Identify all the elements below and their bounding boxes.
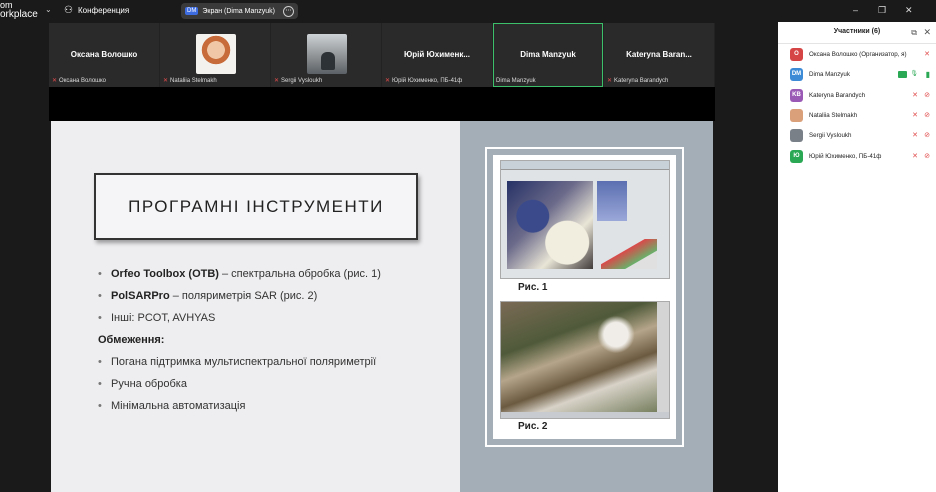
camera-off-icon[interactable]: ⊘ bbox=[924, 131, 930, 139]
tile-label: Юрій Юхименко, ПБ-41ф bbox=[392, 77, 463, 84]
tile-display-name: Оксана Волошко bbox=[70, 50, 138, 59]
mic-muted-icon[interactable]: ✕ bbox=[912, 152, 918, 160]
figure-1-screenshot bbox=[500, 160, 670, 279]
app-logo: om orkplace bbox=[0, 1, 38, 20]
figure-frame: Рис. 1 Рис. 2 bbox=[485, 147, 684, 447]
participant-name: Nataliia Stelmakh bbox=[809, 111, 858, 119]
mic-muted-icon[interactable]: ✕ bbox=[912, 91, 918, 99]
bullet-text: – поляриметрія SAR (рис. 2) bbox=[169, 290, 318, 302]
minimize-icon[interactable]: – bbox=[853, 5, 858, 15]
mic-muted-icon: ✕ bbox=[52, 78, 58, 84]
mic-muted-icon: ✕ bbox=[607, 78, 613, 84]
popout-icon[interactable]: ⧉ bbox=[911, 28, 917, 38]
slide-title: ПРОГРАМНІ ІНСТРУМЕНТИ bbox=[128, 196, 384, 216]
mic-muted-icon: ✕ bbox=[385, 78, 391, 84]
participant-photo bbox=[196, 34, 236, 74]
tile-display-name: Dima Manzyuk bbox=[520, 50, 576, 59]
screen-share-top-bar bbox=[49, 87, 715, 121]
participants-panel: – ❐ ✕ Участники (6) ⧉ ✕ О Оксана Волошко … bbox=[778, 0, 936, 492]
avatar: Ю bbox=[790, 149, 803, 163]
participant-name: Kateryna Barandych bbox=[809, 91, 866, 99]
restore-icon[interactable]: ❐ bbox=[878, 5, 886, 16]
video-tile-active[interactable]: Dima Manzyuk Dima Manzyuk bbox=[493, 23, 603, 87]
screen-share-indicator[interactable]: DM Экран (Dima Manzyuk) ⋯ bbox=[181, 3, 298, 19]
bullet-text: Мінімальна автоматизація bbox=[111, 400, 246, 412]
participant-row[interactable]: Ю Юрій Юхименко, ПБ-41ф ✕ ⊘ bbox=[778, 147, 936, 167]
bullet-bold: PolSARPro bbox=[111, 290, 170, 302]
window-controls: – ❐ ✕ bbox=[778, 0, 936, 22]
bullet-text: Інші: PCOT, AVHYAS bbox=[111, 312, 216, 324]
figure-2-caption: Рис. 2 bbox=[518, 421, 548, 432]
avatar: О bbox=[790, 48, 803, 61]
video-strip: Оксана Волошко ✕ Оксана Волошко ✕ Nataliia… bbox=[49, 23, 715, 87]
participant-name: Sergii Vysloukh bbox=[809, 132, 852, 140]
brand-line2: orkplace bbox=[0, 9, 38, 20]
share-badge: DM bbox=[185, 7, 199, 15]
tile-display-name: Юрій Юхименк... bbox=[404, 50, 470, 59]
camera-on-icon[interactable]: ▮ bbox=[926, 70, 930, 79]
share-label: Экран (Dima Manzyuk) bbox=[202, 7, 275, 15]
participant-row[interactable]: DM Dima Manzyuk 🎙 ▮ bbox=[778, 65, 936, 85]
video-tile[interactable]: ✕ Nataliia Stelmakh bbox=[160, 23, 270, 87]
avatar bbox=[790, 129, 803, 143]
camera-off-icon[interactable]: ⊘ bbox=[924, 91, 930, 99]
participants-header: Участники (6) ⧉ ✕ bbox=[778, 23, 936, 44]
tile-label: Dima Manzyuk bbox=[496, 78, 536, 84]
bullet-item: • Ручна обробка bbox=[98, 378, 187, 390]
video-tile[interactable]: Оксана Волошко ✕ Оксана Волошко bbox=[49, 23, 159, 87]
limits-heading: Обмеження: bbox=[98, 334, 165, 346]
bullet-item: • Мінімальна автоматизація bbox=[98, 400, 246, 412]
tile-label: Nataliia Stelmakh bbox=[170, 77, 217, 84]
tile-label: Kateryna Barandych bbox=[614, 77, 669, 84]
shared-slide: ПРОГРАМНІ ІНСТРУМЕНТИ • Orfeo Toolbox (OT… bbox=[51, 121, 713, 492]
mic-muted-icon[interactable]: ✕ bbox=[924, 50, 930, 58]
mic-muted-icon: ✕ bbox=[274, 78, 280, 84]
bullet-item: • PolSARPro – поляриметрія SAR (рис. 2) bbox=[98, 290, 318, 302]
participant-row[interactable]: KB Kateryna Barandych ✕ ⊘ bbox=[778, 86, 936, 106]
bullet-text: Ручна обробка bbox=[111, 378, 187, 390]
avatar bbox=[790, 108, 803, 122]
camera-off-icon[interactable]: ⊘ bbox=[924, 152, 930, 160]
video-tile[interactable]: Юрій Юхименк... ✕ Юрій Юхименко, ПБ-41ф bbox=[382, 23, 492, 87]
bullet-text: – спектральна обробка (рис. 1) bbox=[218, 268, 381, 280]
figure-1-caption: Рис. 1 bbox=[518, 282, 548, 293]
participant-name: Оксана Волошко (Организатор, я) bbox=[809, 51, 907, 58]
avatar: KB bbox=[790, 88, 803, 102]
participant-row[interactable]: Sergii Vysloukh ✕ ⊘ bbox=[778, 126, 936, 146]
participant-row[interactable]: Nataliia Stelmakh ✕ ⊘ bbox=[778, 106, 936, 126]
mic-muted-icon: ✕ bbox=[163, 78, 169, 84]
tile-label: Оксана Волошко bbox=[59, 77, 106, 84]
mic-muted-icon[interactable]: ✕ bbox=[912, 131, 918, 139]
bullet-bold: Orfeo Toolbox (OTB) bbox=[111, 268, 219, 280]
tile-label: Sergii Vysloukh bbox=[281, 77, 323, 84]
bullet-item: • Orfeo Toolbox (OTB) – спектральна оброб… bbox=[98, 268, 381, 280]
participant-name: Dima Manzyuk bbox=[809, 71, 850, 79]
avatar: DM bbox=[790, 68, 803, 82]
tile-display-name: Kateryna Baran... bbox=[626, 50, 692, 59]
figure-2-screenshot bbox=[500, 301, 670, 419]
more-icon[interactable]: ⋯ bbox=[283, 6, 294, 17]
chevron-down-icon[interactable]: ⌄ bbox=[45, 5, 52, 14]
video-tile[interactable]: ✕ Sergii Vysloukh bbox=[271, 23, 381, 87]
video-tile[interactable]: Kateryna Baran... ✕ Kateryna Barandych bbox=[604, 23, 714, 87]
bullet-item: • Інші: PCOT, AVHYAS bbox=[98, 312, 216, 324]
participant-name: Юрій Юхименко, ПБ-41ф bbox=[809, 152, 882, 160]
top-toolbar: om orkplace ⌄ ⚇ Конференция DM Экран (Di… bbox=[0, 0, 778, 22]
close-panel-icon[interactable]: ✕ bbox=[923, 27, 931, 38]
bullet-item: • Погана підтримка мультиспектральної пол… bbox=[98, 356, 377, 368]
screen-share-icon bbox=[898, 71, 907, 79]
people-icon: ⚇ bbox=[64, 5, 73, 16]
background-area bbox=[715, 23, 778, 492]
conference-menu[interactable]: ⚇ Конференция bbox=[64, 5, 129, 16]
bullet-text: Погана підтримка мультиспектральної поля… bbox=[111, 356, 377, 368]
mic-on-icon[interactable]: 🎙 bbox=[910, 70, 918, 77]
slide-title-box: ПРОГРАМНІ ІНСТРУМЕНТИ bbox=[94, 173, 418, 240]
mic-muted-icon[interactable]: ✕ bbox=[912, 111, 918, 119]
camera-off-icon[interactable]: ⊘ bbox=[924, 111, 930, 119]
conference-label: Конференция bbox=[77, 6, 130, 15]
participant-photo bbox=[307, 34, 347, 74]
close-window-icon[interactable]: ✕ bbox=[905, 5, 913, 16]
participant-row[interactable]: О Оксана Волошко (Организатор, я) ✕ bbox=[778, 45, 936, 65]
